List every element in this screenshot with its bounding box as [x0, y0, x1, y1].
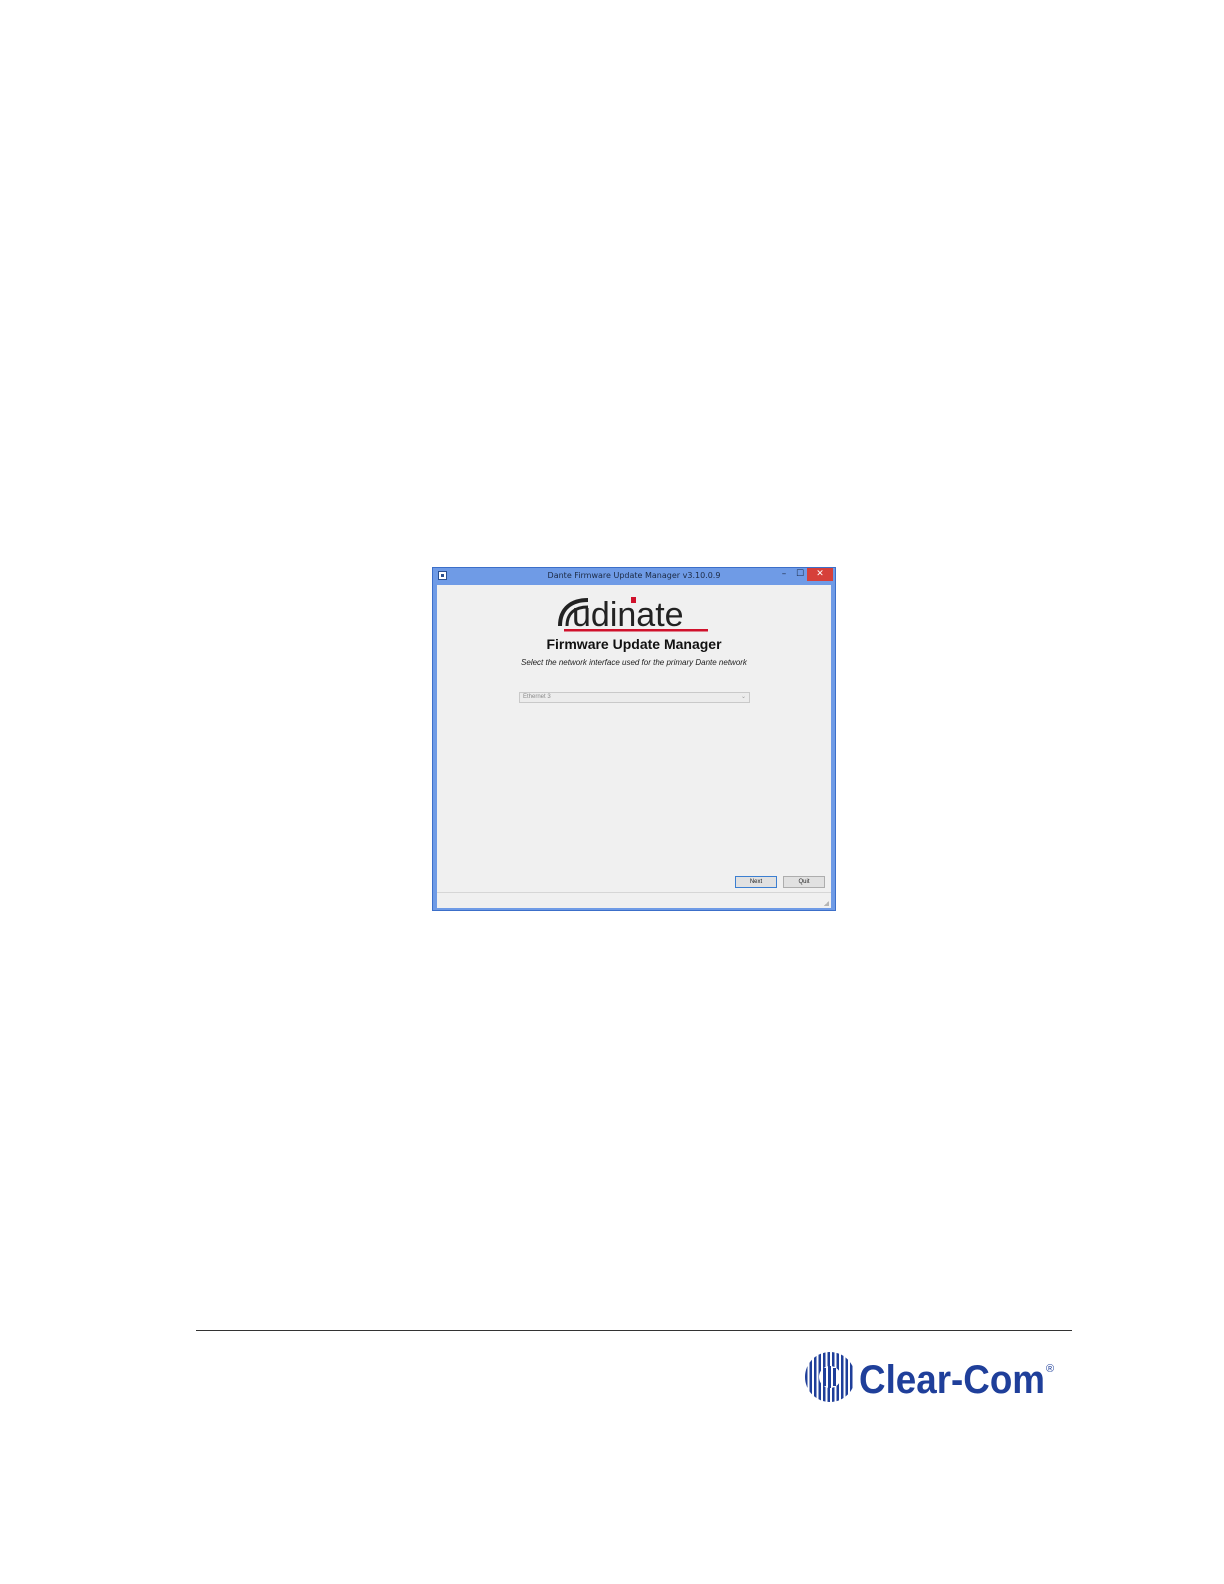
instruction-text: Select the network interface used for th… [521, 658, 747, 667]
window-title: Dante Firmware Update Manager v3.10.0.9 [547, 571, 721, 580]
audinate-logo-text: udinate [572, 596, 684, 634]
close-icon[interactable]: ✕ [807, 568, 833, 581]
network-interface-value: Ethernet 3 [523, 694, 551, 700]
maximize-icon[interactable]: ☐ [793, 568, 807, 581]
resize-grip-icon[interactable] [824, 901, 829, 906]
clear-com-logo: Clear-Com ® [805, 1352, 1054, 1402]
audinate-red-dot [631, 597, 636, 603]
status-bar [437, 892, 831, 908]
app-window-screenshot: Dante Firmware Update Manager v3.10.0.9 … [432, 567, 836, 911]
audinate-logo-mark: udinate [558, 596, 708, 634]
next-button[interactable]: Next [735, 876, 777, 888]
window-client-area: udinate Firmware Update Manager Select t… [437, 585, 831, 908]
footer-divider [196, 1330, 1072, 1331]
product-name: Firmware Update Manager [546, 636, 722, 652]
window-titlebar: Dante Firmware Update Manager v3.10.0.9 … [433, 568, 835, 584]
chevron-down-icon: ⌄ [740, 694, 746, 700]
audinate-underline [564, 629, 708, 632]
registered-mark: ® [1046, 1363, 1054, 1375]
clear-com-wordmark: Clear-Com [859, 1358, 1045, 1402]
audinate-logo: udinate [437, 592, 831, 638]
quit-button[interactable]: Quit [783, 876, 825, 888]
network-interface-select[interactable]: Ethernet 3 ⌄ [519, 692, 750, 703]
minimize-icon[interactable]: – [777, 568, 791, 581]
